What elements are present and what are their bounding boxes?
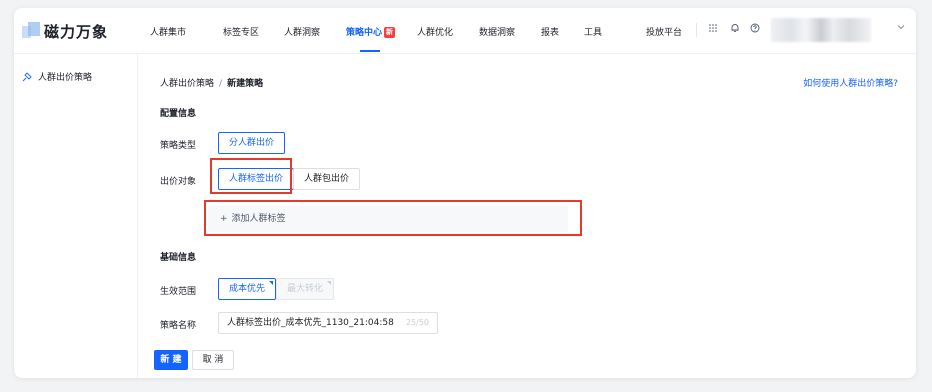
char-count: 25/50 — [405, 318, 429, 327]
menu-item-crowd-insight[interactable]: 人群洞察 — [284, 25, 320, 38]
strategy-type-option-split-crowd[interactable]: 分人群出价 — [218, 132, 286, 154]
menu-item-report[interactable]: 报表 — [541, 25, 559, 38]
app-window: 磁力万象 人群集市 标签专区 人群洞察 策略中心新 人群优化 数据洞察 报表 工… — [14, 8, 916, 378]
selected-corner-icon — [269, 281, 274, 285]
menu-item-tools[interactable]: 工具 — [584, 25, 602, 38]
logo-text: 磁力万象 — [44, 22, 109, 41]
apps-grid-icon[interactable] — [706, 23, 720, 37]
basic-section-title: 基础信息 — [160, 253, 197, 263]
scope-label: 生效范围 — [160, 287, 197, 297]
bid-target-label: 出价对象 — [160, 177, 197, 187]
strategy-name-input[interactable]: 人群标签出价_成本优先_1130_21:04:58 25/50 — [218, 312, 438, 334]
strategy-name-label: 策略名称 — [160, 321, 197, 331]
menu-item-strategy-center[interactable]: 策略中心新 — [346, 25, 396, 38]
sidebar-item-label: 人群出价策略 — [38, 73, 93, 83]
scope-option-cost-first-label: 成本优先 — [229, 284, 266, 294]
menu-item-tag-zone[interactable]: 标签专区 — [223, 25, 259, 38]
top-navigation: 磁力万象 人群集市 标签专区 人群洞察 策略中心新 人群优化 数据洞察 报表 工… — [14, 8, 916, 54]
cancel-button[interactable]: 取 消 — [192, 350, 234, 370]
create-button[interactable]: 新 建 — [154, 350, 188, 370]
menu-item-crowd-market[interactable]: 人群集市 — [150, 25, 186, 38]
scope-option-max-conversion: 最大转化 — [276, 278, 335, 300]
main-content: 人群出价策略 / 新建策略 如何使用人群出价策略? 配置信息 策略类型 分人群出价 … — [138, 54, 916, 378]
bell-icon[interactable] — [728, 23, 742, 37]
help-link[interactable]: 如何使用人群出价策略? — [803, 76, 898, 89]
ad-platform-link[interactable]: 投放平台 — [646, 25, 682, 38]
nav-divider — [696, 23, 697, 37]
corner-icon — [327, 281, 332, 285]
menu-item-crowd-optimize[interactable]: 人群优化 — [417, 25, 453, 38]
highlight-box-add-tag — [204, 200, 582, 236]
config-section-title: 配置信息 — [160, 109, 197, 119]
highlight-box-bid-target — [210, 158, 292, 194]
help-circle-icon[interactable] — [748, 23, 762, 37]
menu-item-data-insight[interactable]: 数据洞察 — [479, 25, 515, 38]
sidebar: 人群出价策略 — [14, 54, 138, 378]
scope-option-cost-first[interactable]: 成本优先 — [218, 278, 277, 300]
bid-target-option-package[interactable]: 人群包出价 — [293, 168, 361, 190]
strategy-type-label: 策略类型 — [160, 141, 197, 151]
sidebar-item-crowd-bid-strategy[interactable]: 人群出价策略 — [22, 70, 92, 83]
logo[interactable]: 磁力万象 — [22, 20, 108, 42]
strategy-icon — [22, 71, 32, 82]
active-tab-indicator — [360, 50, 380, 52]
strategy-name-value: 人群标签出价_成本优先_1130_21:04:58 — [227, 318, 394, 328]
breadcrumb-current: 新建策略 — [227, 79, 264, 89]
new-badge: 新 — [384, 27, 396, 38]
menu-item-strategy-center-label: 策略中心 — [346, 28, 383, 38]
logo-mark-icon — [22, 22, 40, 40]
chevron-down-icon[interactable] — [894, 22, 908, 36]
user-account-blurred[interactable] — [771, 18, 871, 42]
scope-option-max-conversion-label: 最大转化 — [287, 284, 324, 294]
breadcrumb-separator: / — [219, 79, 223, 89]
breadcrumb: 人群出价策略 / 新建策略 — [160, 76, 263, 89]
breadcrumb-parent[interactable]: 人群出价策略 — [160, 79, 214, 89]
